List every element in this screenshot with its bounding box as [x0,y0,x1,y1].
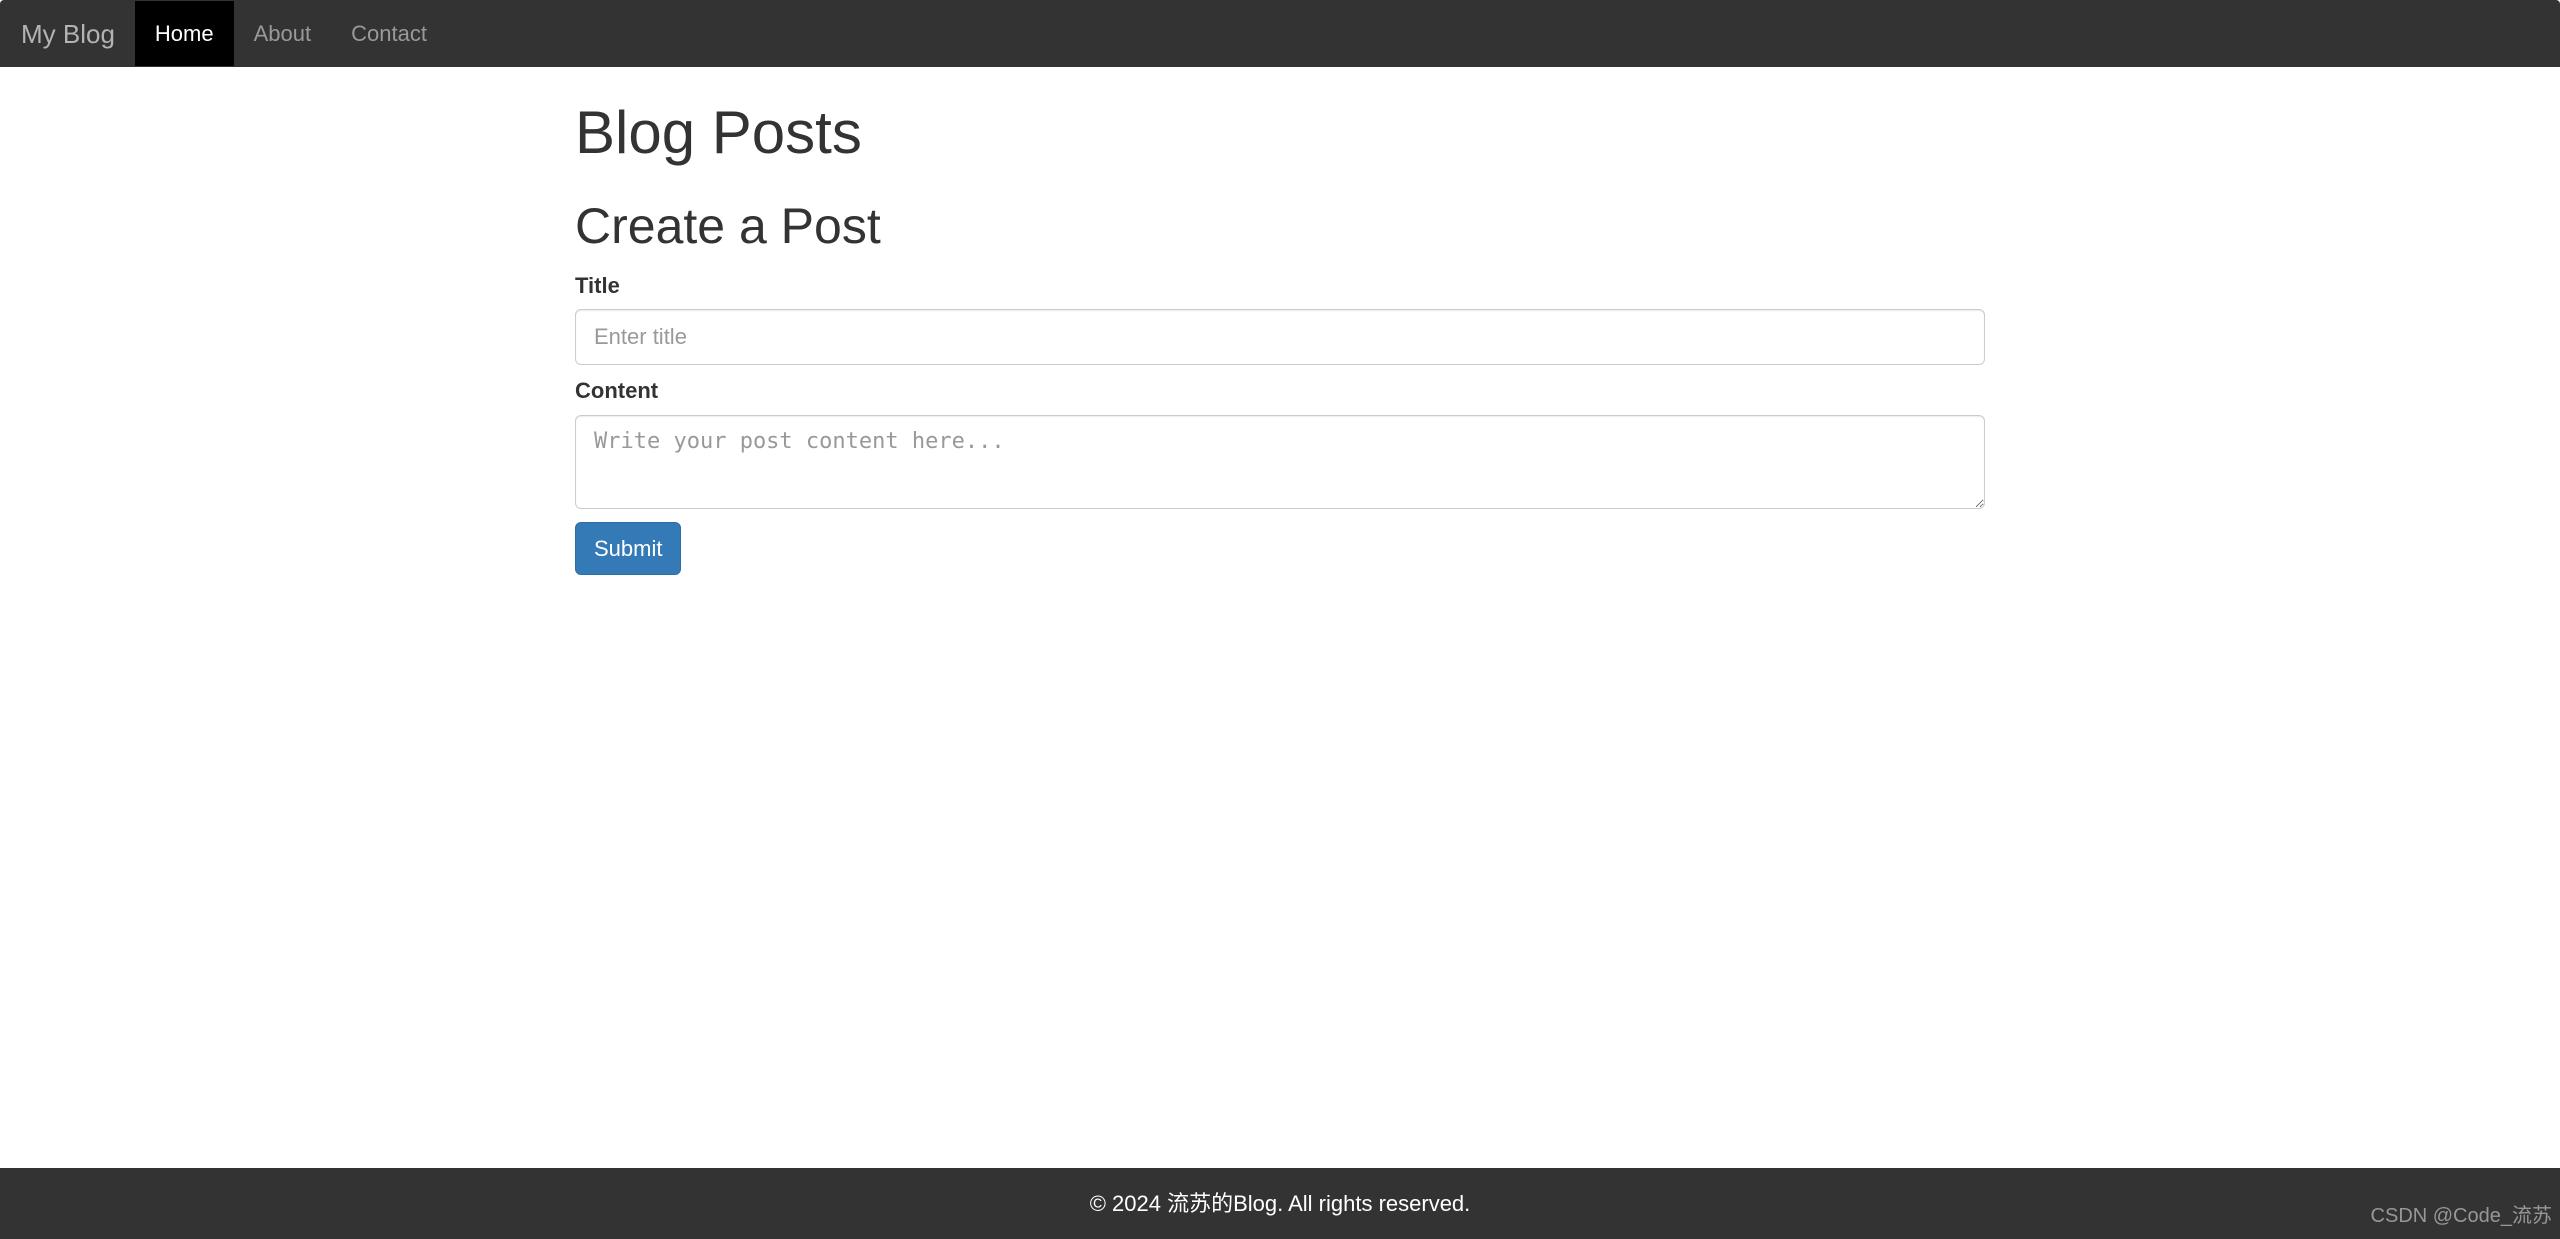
navbar-nav: Home About Contact [135,1,447,66]
create-post-form: Title Content Submit [575,270,1985,575]
nav-item-about[interactable]: About [234,1,332,66]
content-label: Content [575,375,658,406]
navbar-brand[interactable]: My Blog [1,1,135,66]
watermark: CSDN @Code_流苏 [2371,1202,2552,1231]
form-group-title: Title [575,270,1985,365]
content-textarea[interactable] [575,415,1985,509]
navbar: My Blog Home About Contact [0,0,2560,67]
nav-item-home[interactable]: Home [135,1,234,66]
nav-link-home[interactable]: Home [135,1,234,66]
title-input[interactable] [575,309,1985,365]
nav-item-contact[interactable]: Contact [331,1,447,66]
submit-button[interactable]: Submit [575,522,681,575]
form-group-content: Content [575,375,1985,508]
footer: © 2024 流苏的Blog. All rights reserved. [0,1168,2560,1239]
page-title: Blog Posts [575,100,1985,166]
title-label: Title [575,270,620,301]
nav-link-contact[interactable]: Contact [331,1,447,66]
main-container: Blog Posts Create a Post Title Content S… [560,100,2000,575]
footer-text: © 2024 流苏的Blog. All rights reserved. [1090,1191,1471,1216]
form-title: Create a Post [575,199,1985,254]
nav-link-about[interactable]: About [234,1,332,66]
